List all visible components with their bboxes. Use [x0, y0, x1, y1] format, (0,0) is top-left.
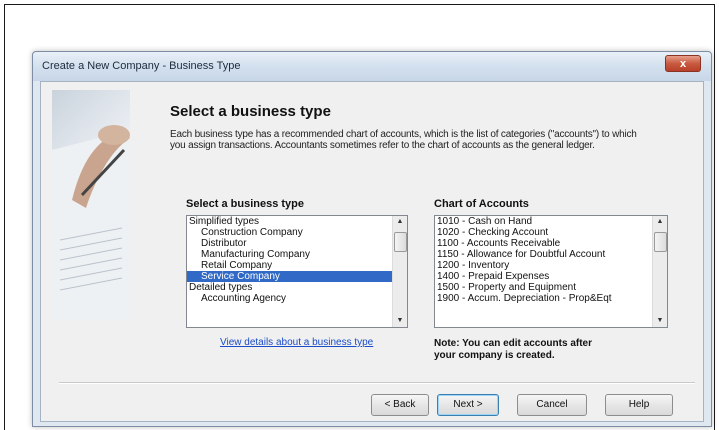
dialog-titlebar[interactable]: Create a New Company - Business Type x — [33, 52, 711, 81]
next-button[interactable]: Next > — [437, 394, 499, 416]
back-button[interactable]: < Back — [371, 394, 429, 416]
pen-and-paper-image — [52, 125, 130, 320]
description-text: Each business type has a recommended cha… — [170, 129, 637, 151]
business-type-item[interactable]: Distributor — [187, 238, 407, 249]
scroll-thumb[interactable] — [654, 232, 667, 252]
business-type-item[interactable]: Construction Company — [187, 227, 407, 238]
create-company-dialog: Create a New Company - Business Type x S… — [32, 51, 712, 427]
business-type-item[interactable]: Simplified types — [187, 216, 407, 227]
screenshot-frame: Create a New Company - Business Type x S… — [4, 4, 715, 430]
account-item[interactable]: 1400 - Prepaid Expenses — [435, 271, 667, 282]
business-type-items: Simplified types Construction Company Dist… — [187, 216, 407, 304]
account-item[interactable]: 1900 - Accum. Depreciation - Prop&Eqt — [435, 293, 667, 304]
account-item[interactable]: 1150 - Allowance for Doubtful Account — [435, 249, 667, 260]
scroll-down-icon[interactable]: ▼ — [653, 315, 667, 327]
view-details-link[interactable]: View details about a business type — [220, 337, 373, 348]
account-item[interactable]: 1500 - Property and Equipment — [435, 282, 667, 293]
business-type-item[interactable]: Retail Company — [187, 260, 407, 271]
note-line-2: your company is created. — [434, 350, 555, 361]
business-type-item[interactable]: Manufacturing Company — [187, 249, 407, 260]
business-list-scrollbar[interactable]: ▲ ▼ — [392, 216, 407, 327]
accounts-list-scrollbar[interactable]: ▲ ▼ — [652, 216, 667, 327]
account-item[interactable]: 1100 - Accounts Receivable — [435, 238, 667, 249]
business-type-item[interactable]: Service Company — [187, 271, 407, 282]
account-item[interactable]: 1200 - Inventory — [435, 260, 667, 271]
close-button[interactable]: x — [665, 55, 701, 72]
chart-of-accounts-listbox[interactable]: 1010 - Cash on Hand 1020 - Checking Accou… — [434, 215, 668, 328]
page-heading: Select a business type — [170, 103, 331, 120]
business-type-label: Select a business type — [186, 198, 304, 210]
account-item[interactable]: 1020 - Checking Account — [435, 227, 667, 238]
cancel-button[interactable]: Cancel — [517, 394, 587, 416]
business-type-item[interactable]: Detailed types — [187, 282, 407, 293]
edit-accounts-note: Note: You can edit accounts after your c… — [434, 338, 592, 362]
scroll-down-icon[interactable]: ▼ — [393, 315, 407, 327]
dialog-client-area: Select a business type Each business typ… — [40, 81, 704, 422]
close-icon: x — [679, 58, 687, 70]
account-items: 1010 - Cash on Hand 1020 - Checking Accou… — [435, 216, 667, 304]
scroll-thumb[interactable] — [394, 232, 407, 252]
dialog-title: Create a New Company - Business Type — [42, 60, 241, 72]
decorative-side-image — [52, 90, 130, 320]
account-item[interactable]: 1010 - Cash on Hand — [435, 216, 667, 227]
help-button[interactable]: Help — [605, 394, 673, 416]
chart-of-accounts-label: Chart of Accounts — [434, 198, 529, 210]
business-type-listbox[interactable]: Simplified types Construction Company Dist… — [186, 215, 408, 328]
business-type-item[interactable]: Accounting Agency — [187, 293, 407, 304]
footer-separator — [59, 382, 695, 384]
note-line-1: Note: You can edit accounts after — [434, 338, 592, 349]
scroll-up-icon[interactable]: ▲ — [653, 216, 667, 228]
scroll-up-icon[interactable]: ▲ — [393, 216, 407, 228]
